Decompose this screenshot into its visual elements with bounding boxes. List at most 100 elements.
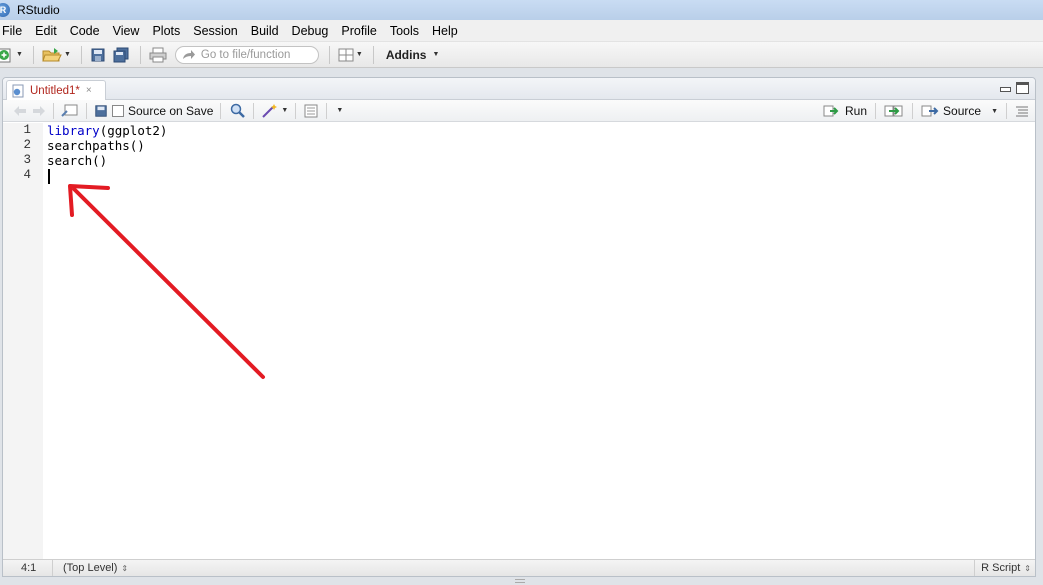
text-cursor — [48, 169, 50, 184]
new-file-button[interactable]: ▼ — [0, 45, 25, 65]
source-editor-pane: Untitled1* × Source on Save ▼ ▼ Run Sour… — [2, 77, 1036, 577]
source-button[interactable]: Source ▼ — [921, 104, 998, 118]
goto-file-function-input[interactable]: Go to file/function — [174, 45, 319, 64]
menu-tools[interactable]: Tools — [384, 20, 426, 42]
menu-bar: File Edit Code View Plots Session Build … — [0, 20, 1043, 42]
addins-label: Addins — [385, 47, 427, 62]
code-editor[interactable]: 1 2 3 4 library(ggplot2) searchpaths() s… — [3, 123, 1035, 560]
menu-file[interactable]: File — [0, 20, 29, 42]
pane-window-controls — [999, 82, 1029, 94]
toolbar-divider — [912, 103, 914, 119]
chevron-down-icon[interactable]: ▼ — [336, 107, 343, 114]
toolbar-divider — [295, 102, 297, 119]
grid-layout-icon — [338, 48, 354, 61]
menu-build[interactable]: Build — [245, 20, 286, 42]
line-number-gutter: 1 2 3 4 — [3, 123, 43, 560]
file-type-selector[interactable]: R Script ⇕ — [974, 560, 1035, 576]
chevron-down-icon: ▼ — [432, 51, 440, 58]
goto-arrow-icon — [182, 49, 195, 59]
toolbar-divider — [32, 45, 34, 64]
run-icon — [823, 105, 839, 117]
magic-wand-icon[interactable] — [261, 103, 279, 119]
tab-untitled1[interactable]: Untitled1* × — [6, 80, 106, 100]
save-icon — [91, 48, 105, 61]
workspace-panes-button[interactable]: ▼ — [336, 45, 365, 65]
scope-selector[interactable]: (Top Level) ⇕ — [53, 562, 128, 574]
addins-button[interactable]: Addins ▼ — [386, 48, 440, 62]
toolbar-divider — [139, 45, 141, 64]
menu-debug[interactable]: Debug — [286, 20, 336, 42]
menu-plots[interactable]: Plots — [146, 20, 187, 42]
save-icon[interactable] — [94, 104, 108, 118]
toolbar-divider — [220, 102, 222, 119]
toolbar-divider — [80, 45, 82, 64]
new-file-icon — [0, 48, 11, 62]
chevron-down-icon: ▼ — [16, 51, 23, 58]
updown-arrow-icon: ⇕ — [1024, 563, 1031, 573]
menu-session[interactable]: Session — [187, 20, 244, 42]
code-line[interactable]: library(ggplot2) — [47, 123, 167, 138]
source-icon — [921, 105, 939, 117]
outline-icon[interactable] — [1015, 105, 1029, 117]
source-label: Source — [943, 104, 982, 118]
back-icon[interactable] — [13, 105, 27, 117]
run-button[interactable]: Run — [823, 104, 867, 118]
compile-report-icon[interactable] — [303, 104, 319, 118]
toolbar-divider — [253, 102, 255, 119]
chevron-down-icon[interactable]: ▼ — [991, 108, 998, 115]
menu-code[interactable]: Code — [64, 20, 107, 42]
editor-tab-strip: Untitled1* × — [3, 78, 1035, 100]
source-on-save-checkbox[interactable] — [112, 104, 124, 117]
search-icon[interactable] — [230, 103, 246, 119]
save-all-button[interactable] — [110, 45, 132, 65]
toolbar-divider — [86, 102, 87, 119]
toolbar-divider — [875, 103, 877, 119]
main-toolbar: ▼ ▼ Go to file/function ▼ Addins ▼ — [0, 42, 1043, 68]
chevron-down-icon[interactable]: ▼ — [281, 107, 288, 114]
line-number: 4 — [23, 168, 31, 182]
code-keyword: library — [47, 123, 100, 138]
save-all-icon — [113, 47, 129, 62]
pane-splitter-handle[interactable] — [515, 579, 525, 583]
title-bar: R RStudio — [0, 0, 1043, 20]
updown-arrow-icon: ⇕ — [121, 563, 129, 573]
goto-placeholder: Go to file/function — [200, 48, 291, 61]
file-type-label: R Script — [981, 562, 1021, 574]
code-text: searchpaths() — [47, 138, 145, 153]
maximize-pane-icon[interactable] — [1016, 82, 1029, 94]
toolbar-divider — [53, 102, 54, 119]
menu-edit[interactable]: Edit — [29, 20, 64, 42]
tab-label: Untitled1* — [30, 84, 80, 97]
window-title: RStudio — [17, 3, 60, 17]
print-icon — [149, 47, 167, 62]
code-text: search() — [47, 153, 108, 168]
code-line[interactable]: searchpaths() — [47, 138, 145, 153]
menu-view[interactable]: View — [107, 20, 147, 42]
run-label: Run — [845, 104, 868, 118]
chevron-down-icon: ▼ — [63, 51, 71, 58]
show-in-window-icon[interactable] — [61, 104, 79, 118]
toolbar-divider — [372, 45, 374, 64]
save-button[interactable] — [88, 45, 108, 65]
print-button[interactable] — [147, 45, 169, 65]
menu-help[interactable]: Help — [426, 20, 465, 42]
minimize-pane-icon[interactable] — [999, 82, 1012, 94]
line-number: 2 — [23, 138, 31, 152]
chevron-down-icon: ▼ — [355, 51, 363, 58]
code-line[interactable]: search() — [47, 153, 107, 168]
r-script-file-icon — [12, 84, 24, 97]
rstudio-logo-icon: R — [0, 3, 10, 17]
open-folder-icon — [42, 47, 62, 61]
close-icon[interactable]: × — [86, 85, 92, 96]
forward-icon[interactable] — [32, 105, 46, 117]
open-file-button[interactable]: ▼ — [40, 45, 73, 65]
editor-toolbar: Source on Save ▼ ▼ Run Source ▼ — [3, 100, 1035, 122]
menu-profile[interactable]: Profile — [335, 20, 383, 42]
line-number: 3 — [23, 153, 31, 167]
line-number: 1 — [23, 123, 31, 137]
rerun-icon[interactable] — [884, 104, 904, 118]
toolbar-divider — [326, 102, 328, 119]
code-text: (ggplot2) — [99, 123, 168, 138]
cursor-position: 4:1 — [3, 560, 53, 576]
toolbar-divider — [328, 45, 330, 64]
